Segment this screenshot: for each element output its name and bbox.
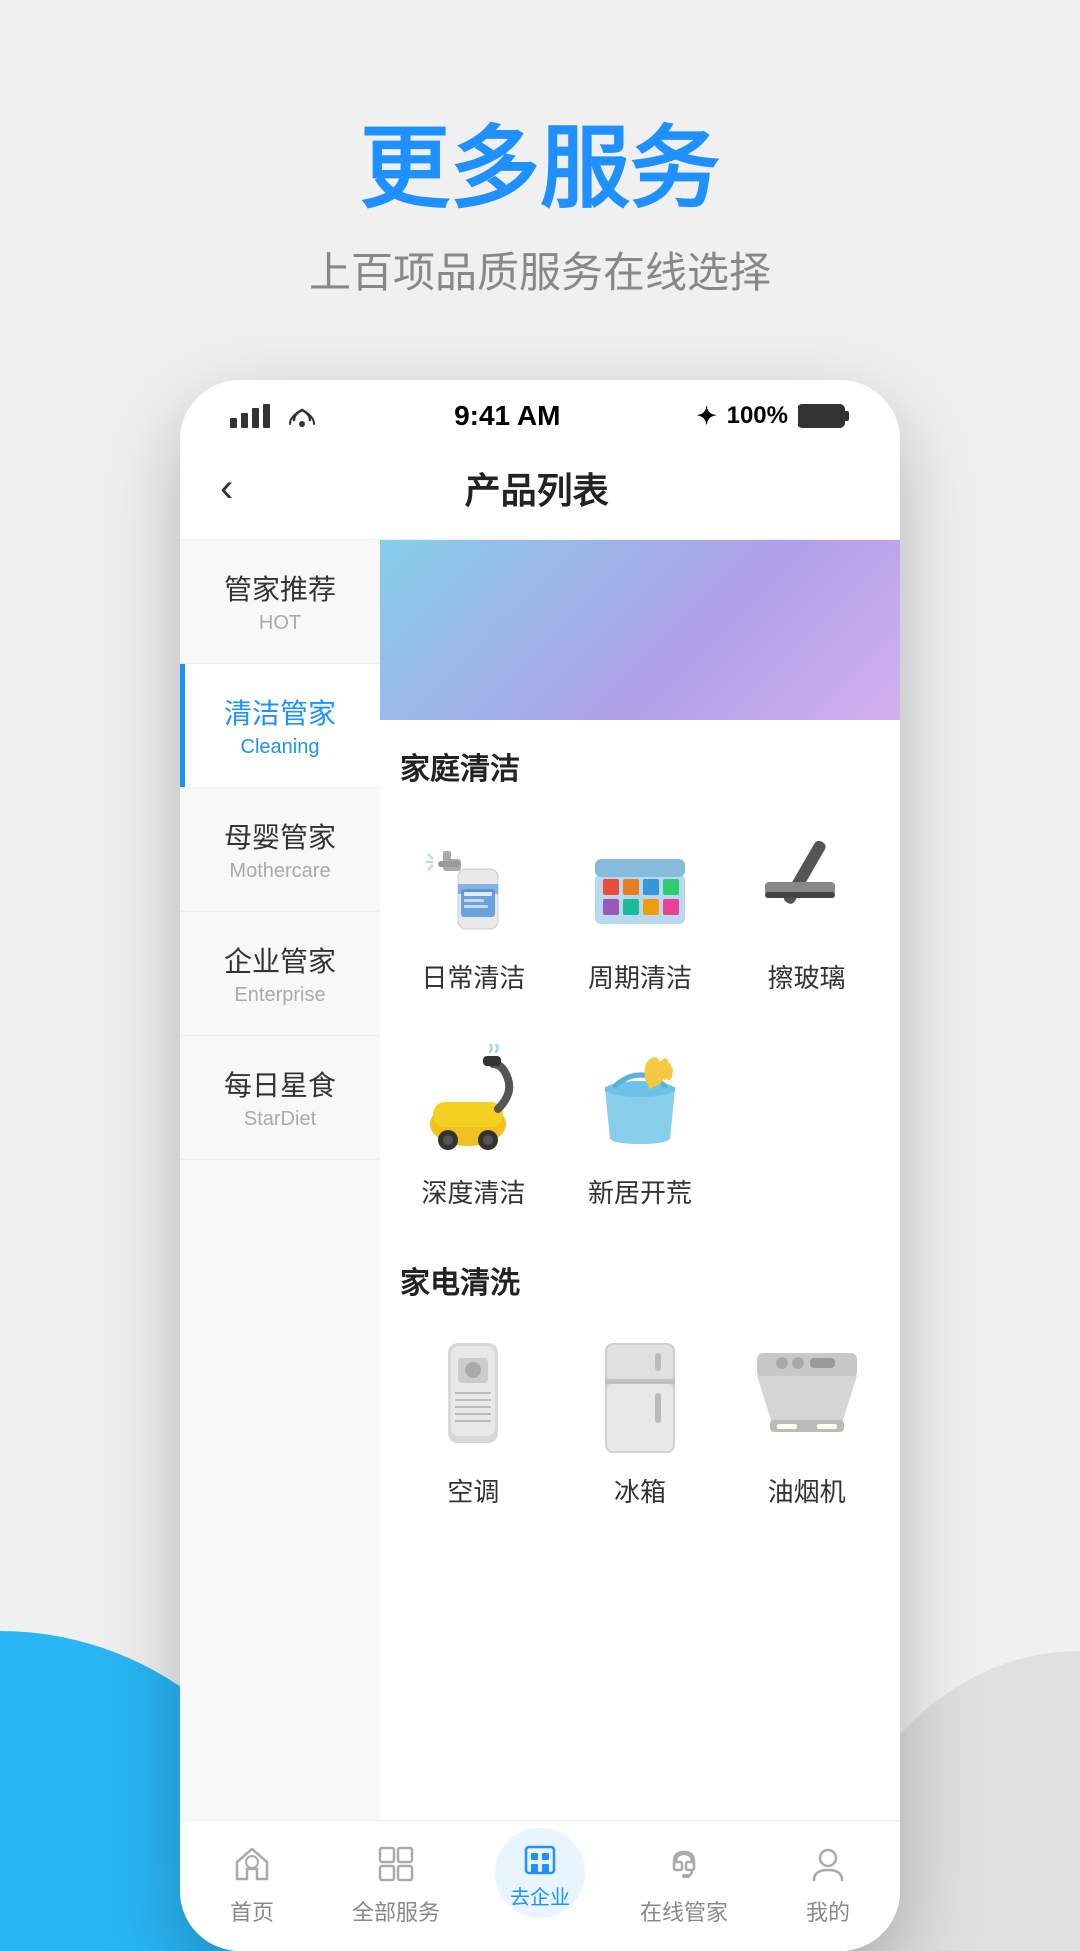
content-panel: 家庭清洁 — [380, 540, 900, 1820]
phone-mockup: 9:41 AM ✦ 100% ‹ 产品列表 管家推荐 HOT 清洁管家 Clea… — [180, 380, 900, 1951]
tab-online-manager[interactable]: 在线管家 — [612, 1839, 756, 1927]
status-right: ✦ 100% — [696, 402, 850, 431]
window-cleaning-label: 擦玻璃 — [768, 958, 846, 995]
item-periodic-cleaning[interactable]: 周期清洁 — [557, 804, 724, 1019]
bucket-gloves-icon — [580, 1039, 700, 1159]
sidebar-item-hot[interactable]: 管家推荐 HOT — [180, 540, 380, 664]
steam-cleaner-icon — [413, 1039, 533, 1159]
tab-online-manager-label: 在线管家 — [640, 1895, 728, 1927]
refrigerator-icon — [580, 1338, 700, 1458]
tab-enterprise[interactable]: 去企业 — [468, 1848, 612, 1918]
tab-enterprise-label: 去企业 — [510, 1881, 570, 1910]
bluetooth-icon: ✦ — [696, 402, 716, 431]
home-icon — [227, 1839, 277, 1889]
tab-all-services[interactable]: 全部服务 — [324, 1839, 468, 1927]
sidebar-item-cleaning[interactable]: 清洁管家 Cleaning — [180, 664, 380, 788]
tab-home[interactable]: 首页 — [180, 1839, 324, 1927]
status-signal — [230, 404, 318, 428]
nav-bar: ‹ 产品列表 — [180, 442, 900, 540]
item-new-home[interactable]: 新居开荒 — [557, 1019, 724, 1234]
range-hood-icon — [747, 1338, 867, 1458]
tab-mine-label: 我的 — [806, 1895, 850, 1927]
main-content: 管家推荐 HOT 清洁管家 Cleaning 母婴管家 Mothercare 企… — [180, 540, 900, 1820]
status-time: 9:41 AM — [454, 400, 560, 432]
status-bar: 9:41 AM ✦ 100% — [180, 380, 900, 442]
battery-label: 100% — [727, 402, 788, 430]
sidebar-item-enterprise[interactable]: 企业管家 Enterprise — [180, 912, 380, 1036]
ac-label: 空调 — [447, 1472, 499, 1509]
user-icon — [803, 1839, 853, 1889]
grid-icon — [371, 1839, 421, 1889]
enterprise-center-button[interactable]: 去企业 — [495, 1828, 585, 1918]
range-hood-label: 油烟机 — [768, 1472, 846, 1509]
page-subtitle: 上百项品质服务在线选择 — [0, 239, 1080, 300]
spray-bottle-icon — [413, 824, 533, 944]
back-button[interactable]: ‹ — [220, 466, 233, 511]
tab-all-services-label: 全部服务 — [352, 1895, 440, 1927]
deep-cleaning-label: 深度清洁 — [421, 1173, 525, 1210]
squeegee-icon — [747, 824, 867, 944]
appliance-grid: 空调 — [380, 1318, 900, 1533]
item-deep-cleaning[interactable]: 深度清洁 — [390, 1019, 557, 1234]
item-fridge[interactable]: 冰箱 — [557, 1318, 724, 1533]
cleaning-box-icon — [580, 824, 700, 944]
page-title: 更多服务 — [0, 120, 1080, 219]
section-title-appliance: 家电清洗 — [380, 1234, 900, 1318]
item-range-hood[interactable]: 油烟机 — [723, 1318, 890, 1533]
banner — [380, 540, 900, 720]
item-ac[interactable]: 空调 — [390, 1318, 557, 1533]
item-window-cleaning[interactable]: 擦玻璃 — [723, 804, 890, 1019]
home-cleaning-grid: 日常清洁 — [380, 804, 900, 1234]
tab-home-label: 首页 — [230, 1895, 274, 1927]
tab-bar: 首页 全部服务 — [180, 1820, 900, 1951]
sidebar-item-mothercare[interactable]: 母婴管家 Mothercare — [180, 788, 380, 912]
daily-cleaning-label: 日常清洁 — [421, 958, 525, 995]
fridge-label: 冰箱 — [614, 1472, 666, 1509]
section-title-home-cleaning: 家庭清洁 — [380, 720, 900, 804]
new-home-label: 新居开荒 — [588, 1173, 692, 1210]
header-section: 更多服务 上百项品质服务在线选择 — [0, 0, 1080, 380]
item-daily-cleaning[interactable]: 日常清洁 — [390, 804, 557, 1019]
sidebar-item-stardiet[interactable]: 每日星食 StarDiet — [180, 1036, 380, 1160]
tab-mine[interactable]: 我的 — [756, 1839, 900, 1927]
ac-icon — [413, 1338, 533, 1458]
periodic-cleaning-label: 周期清洁 — [588, 958, 692, 995]
sidebar: 管家推荐 HOT 清洁管家 Cleaning 母婴管家 Mothercare 企… — [180, 540, 380, 1820]
headset-icon — [659, 1839, 709, 1889]
nav-title: 产品列表 — [253, 462, 820, 514]
